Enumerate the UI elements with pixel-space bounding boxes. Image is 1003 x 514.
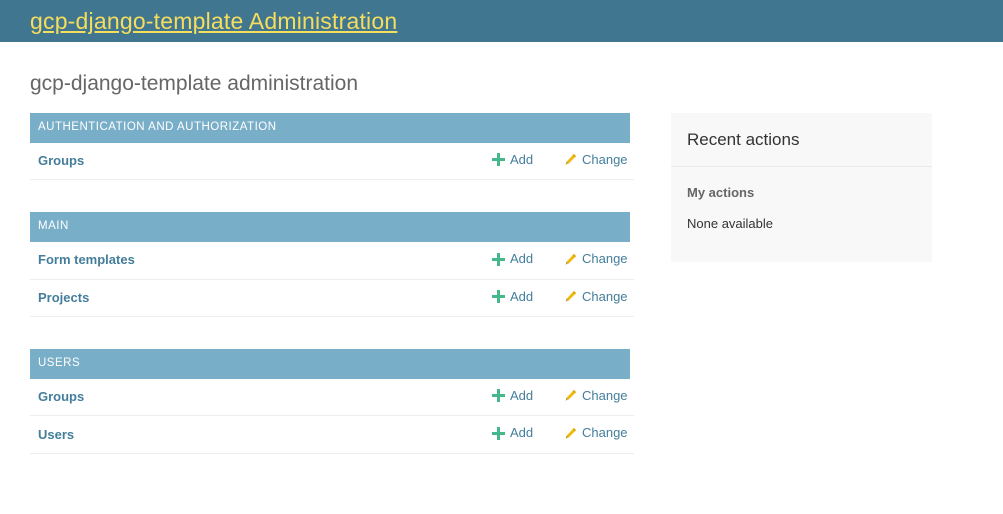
- no-actions-text: None available: [687, 216, 774, 232]
- pencil-icon: [564, 389, 577, 402]
- model-add-cell: Add: [492, 143, 564, 180]
- table-row: Form templates Add Change: [30, 242, 634, 280]
- pencil-icon: [564, 153, 577, 166]
- plus-icon: [492, 389, 505, 403]
- add-label: Add: [510, 425, 534, 441]
- my-actions-title: My actions: [687, 184, 755, 200]
- module-caption[interactable]: USERS: [30, 349, 630, 379]
- model-table: Form templates Add Change Projects Add C…: [30, 242, 634, 317]
- change-label: Change: [582, 425, 628, 441]
- model-link-groups[interactable]: Groups: [38, 153, 84, 168]
- change-label: Change: [582, 151, 628, 167]
- recent-actions-title: Recent actions: [671, 113, 932, 167]
- add-link[interactable]: Add: [492, 288, 533, 306]
- app-module-users: USERS Groups Add Change Users Add Change: [30, 349, 634, 454]
- change-link[interactable]: Change: [564, 151, 628, 169]
- table-row: Groups Add Change: [30, 143, 634, 180]
- model-table: Groups Add: [30, 379, 634, 454]
- model-change-cell: Change: [564, 279, 634, 317]
- add-link[interactable]: Add: [492, 387, 533, 405]
- content-wrap: AUTHENTICATION AND AUTHORIZATION Groups …: [30, 113, 973, 486]
- model-name-cell: Users: [30, 416, 492, 454]
- table-row: Groups Add Change: [30, 379, 634, 416]
- table-row: Users Add Change: [30, 416, 634, 454]
- pencil-icon: [564, 290, 577, 303]
- change-label: Change: [582, 387, 628, 403]
- app-module-authentication-and-authorization: AUTHENTICATION AND AUTHORIZATION Groups …: [30, 113, 634, 181]
- model-name-cell: Groups: [30, 379, 492, 416]
- plus-icon: [492, 426, 505, 440]
- add-link[interactable]: Add: [492, 250, 533, 268]
- model-add-cell: Add: [492, 279, 564, 317]
- plus-icon: [492, 290, 505, 304]
- add-link[interactable]: Add: [492, 424, 533, 442]
- model-name-cell: Form templates: [30, 242, 492, 279]
- module-caption[interactable]: MAIN: [30, 212, 630, 243]
- model-link-form-templates[interactable]: Form templates: [38, 252, 135, 267]
- pencil-icon: [564, 253, 577, 266]
- app-module-main: MAIN Form templates Add Change Projects …: [30, 212, 634, 318]
- add-label: Add: [510, 288, 534, 304]
- change-link[interactable]: Change: [564, 387, 628, 405]
- page-title: gcp-django-template administration: [30, 72, 359, 95]
- change-label: Change: [582, 251, 628, 267]
- change-link[interactable]: Change: [564, 250, 628, 268]
- change-link[interactable]: Change: [564, 288, 628, 306]
- model-name-cell: Projects: [30, 279, 492, 317]
- site-header: gcp-django-template Administration: [0, 0, 1003, 42]
- site-title-link[interactable]: gcp-django-template Administration: [30, 9, 397, 33]
- add-label: Add: [510, 251, 534, 267]
- model-link-users[interactable]: Users: [38, 427, 74, 442]
- content-main: AUTHENTICATION AND AUTHORIZATION Groups …: [30, 113, 634, 486]
- sidebar: Recent actions My actions None available: [671, 113, 932, 262]
- plus-icon: [492, 153, 505, 167]
- table-row: Projects Add Change: [30, 279, 634, 317]
- model-add-cell: Add: [492, 379, 564, 416]
- add-label: Add: [510, 151, 534, 167]
- model-name-cell: Groups: [30, 143, 492, 180]
- model-change-cell: Change: [564, 416, 634, 454]
- model-change-cell: Change: [564, 242, 634, 279]
- model-link-projects[interactable]: Projects: [38, 290, 89, 305]
- pencil-icon: [564, 427, 577, 440]
- change-label: Change: [582, 288, 628, 304]
- model-table: Groups Add: [30, 143, 634, 181]
- model-change-cell: Change: [564, 143, 634, 180]
- add-label: Add: [510, 387, 534, 403]
- recent-actions-module: Recent actions My actions None available: [671, 113, 932, 262]
- module-caption[interactable]: AUTHENTICATION AND AUTHORIZATION: [30, 113, 630, 143]
- add-link[interactable]: Add: [492, 151, 533, 169]
- change-link[interactable]: Change: [564, 424, 628, 442]
- page-container: gcp-django-template administration AUTHE…: [0, 72, 1003, 486]
- model-add-cell: Add: [492, 416, 564, 454]
- model-link-groups[interactable]: Groups: [38, 389, 84, 404]
- model-add-cell: Add: [492, 242, 564, 279]
- plus-icon: [492, 252, 505, 266]
- model-change-cell: Change: [564, 379, 634, 416]
